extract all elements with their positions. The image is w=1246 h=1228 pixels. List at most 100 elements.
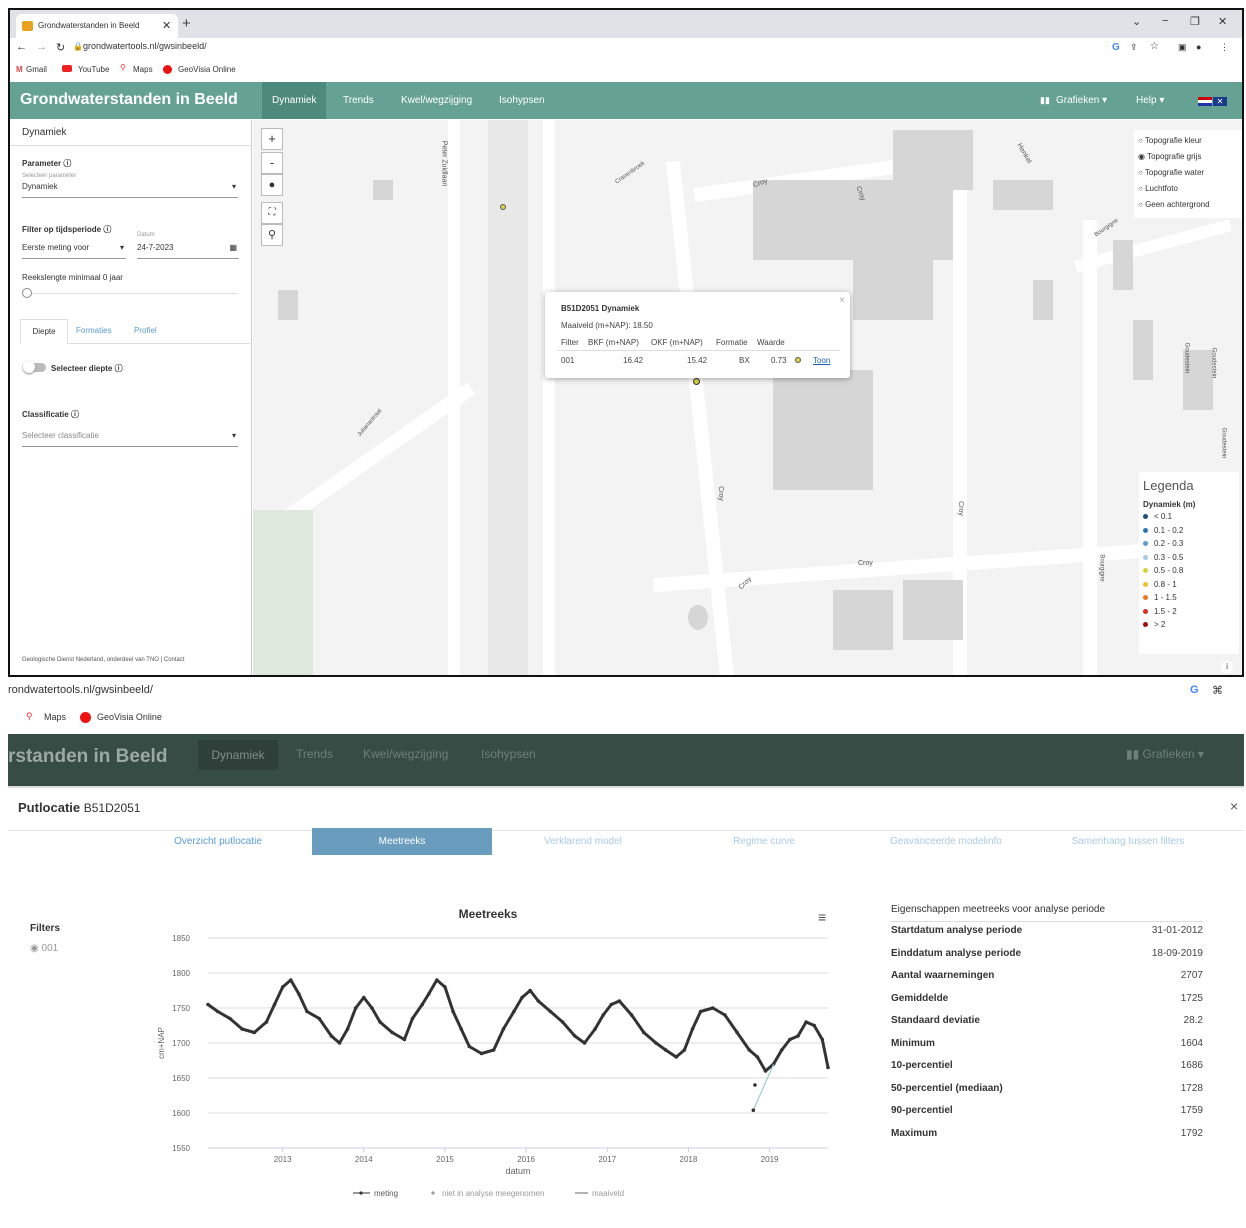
grafieken-menu[interactable]: Grafieken ▾ [1046,82,1117,119]
tab-samenhang-tussen-filters[interactable]: Samenhang tussen filters [1038,836,1218,847]
new-tab-icon[interactable]: + [182,15,191,32]
park-area [253,510,313,675]
tab-overzicht-putlocatie[interactable]: Overzicht putlocatie [128,836,308,847]
diepte-toggle[interactable] [23,361,46,373]
address-bar: rondwatertools.nl/gwsinbeeld/ G ⌘ [8,678,1244,704]
legend-label: 0.5 - 0.8 [1154,566,1184,575]
share-icon[interactable]: ⇪ [1130,42,1138,53]
globe-icon[interactable]: ● [261,174,283,196]
zoom-in-button[interactable]: + [261,128,283,150]
tab-formaties[interactable]: Formaties [76,326,112,335]
data-point [288,978,293,982]
data-point [528,988,532,993]
props-row: Startdatum analyse periode 31-01-2012 [891,925,1203,948]
tab-diepte[interactable]: Diepte [20,319,68,344]
layer-option[interactable]: ○ Geen achtergrond [1138,200,1210,209]
data-point [755,1055,760,1059]
classificatie-select[interactable]: Selecteer classificatie ▾ [22,431,238,447]
restore-icon[interactable]: ❐ [1190,15,1200,28]
x-tick-label: 2013 [274,1155,292,1164]
tab-verklarend-model[interactable]: Verklarend model [493,836,673,847]
filter-radio[interactable]: ◉ 001 [30,943,58,954]
props-table: Startdatum analyse periode 31-01-2012 Eind… [891,925,1203,1150]
date-input[interactable]: 24-7-2023 ▦ [137,243,239,259]
profile-icon[interactable]: ● [1196,42,1201,52]
close-icon[interactable]: × [1230,798,1238,814]
reload-icon[interactable]: ↻ [56,41,65,54]
divider [891,921,1203,922]
google-icon[interactable]: G [1190,684,1199,696]
close-icon[interactable]: × [839,295,845,306]
building [903,580,963,640]
sidepanel-icon[interactable]: ▣ [1178,42,1187,53]
slider-track [22,293,238,294]
data-point [520,995,524,1000]
chevron-down-icon[interactable]: ⌄ [1132,15,1141,28]
map[interactable]: Peter Zuidlaan Cranenbroek Croy Croy Hen… [253,120,1242,675]
y-tick-label: 1650 [172,1074,190,1083]
nav-kwel[interactable]: Kwel/wegzijging [391,82,482,119]
tab-meetreeks[interactable]: Meetreeks [312,828,492,855]
bookmark-geovisia[interactable]: GeoVisia Online [178,65,236,74]
layer-label: Topografie grijs [1147,152,1202,161]
tab-geavanceerde-modelinfo[interactable]: Geavanceerde modelinfo [856,836,1036,847]
browser-tab-bar: Grondwaterstanden in Beeld ✕ + ⌄ − ❐ ✕ [10,10,1242,38]
app-header: Grondwaterstanden in Beeld Dynamiek Tren… [10,82,1242,119]
menu-dots-icon[interactable]: ⋮ [1220,42,1229,53]
bookmark-youtube[interactable]: YouTube [78,65,109,74]
toon-link[interactable]: Toon [813,356,830,365]
close-window-icon[interactable]: ✕ [1218,15,1227,28]
zoom-out-button[interactable]: - [261,152,283,174]
slider-handle[interactable] [22,288,32,298]
layer-option[interactable]: ◉ Topografie grijs [1138,152,1201,161]
minimize-icon[interactable]: − [1162,15,1168,27]
app-title[interactable]: Grondwaterstanden in Beeld [20,91,238,109]
date-label: Datum [137,232,155,238]
layer-option[interactable]: ○ Luchtfoto [1138,184,1178,193]
props-key: 50-percentiel (mediaan) [891,1082,1003,1094]
parameter-sublabel: Selecteer parameter [22,173,77,179]
close-tab-icon[interactable]: ✕ [162,14,171,38]
sidebar-footer[interactable]: Geologische Dienst Nederland, onderdeel … [22,657,185,663]
fullscreen-icon[interactable]: ⛶ [261,202,283,224]
lock-icon: 🔒 [73,42,83,51]
well-marker[interactable] [500,204,506,210]
star-icon[interactable]: ☆ [1150,41,1159,52]
bookmark-maps[interactable]: Maps [44,712,66,722]
tab-profiel[interactable]: Profiel [134,326,157,335]
flag-nl-icon[interactable] [1198,97,1212,106]
nav-trends[interactable]: Trends [333,82,384,119]
data-point [305,1009,309,1014]
forward-icon[interactable]: → [36,41,47,53]
layer-option[interactable]: ○ Topografie kleur [1138,136,1202,145]
info-icon[interactable]: i [1221,661,1233,673]
nav-isohypsen[interactable]: Isohypsen [489,82,555,119]
popup-cell: BX [739,356,750,365]
data-point [467,1044,472,1049]
street-label: Croy [858,560,873,567]
layer-option[interactable]: ○ Topografie water [1138,168,1204,177]
tab-regime-curve[interactable]: Regime curve [674,836,854,847]
bookmark-maps[interactable]: Maps [133,65,153,74]
bookmark-geovisia[interactable]: GeoVisia Online [97,712,162,722]
parameter-select[interactable]: Dynamiek ▾ [22,182,238,198]
url-field[interactable]: rondwatertools.nl/gwsinbeeld/ [8,684,153,696]
popup-cell: 16.42 [623,356,644,365]
chevron-down-icon: ▾ [231,431,236,440]
back-icon[interactable]: ← [16,41,27,53]
filter-select[interactable]: Eerste meting voor ▾ [22,243,126,259]
well-marker-selected[interactable] [693,378,700,385]
search-icon[interactable]: ⚲ [261,224,283,246]
browser-tab[interactable]: Grondwaterstanden in Beeld ✕ [16,14,178,38]
legend-item: 0.3 - 0.5 [1143,553,1183,562]
flag-uk-icon[interactable]: ✕ [1213,97,1227,106]
layer-label: Topografie kleur [1144,136,1202,145]
translate-icon[interactable]: ⌘ [1212,684,1223,697]
help-menu[interactable]: Help ▾ [1126,82,1174,119]
data-point [512,1009,516,1014]
legend-item: 0.1 - 0.2 [1143,526,1183,535]
nav-dynamiek[interactable]: Dynamiek [262,82,327,119]
bookmark-gmail[interactable]: Gmail [26,65,47,74]
google-icon[interactable]: G [1112,42,1120,53]
url-field[interactable]: grondwatertools.nl/gwsinbeeld/ [83,41,207,51]
